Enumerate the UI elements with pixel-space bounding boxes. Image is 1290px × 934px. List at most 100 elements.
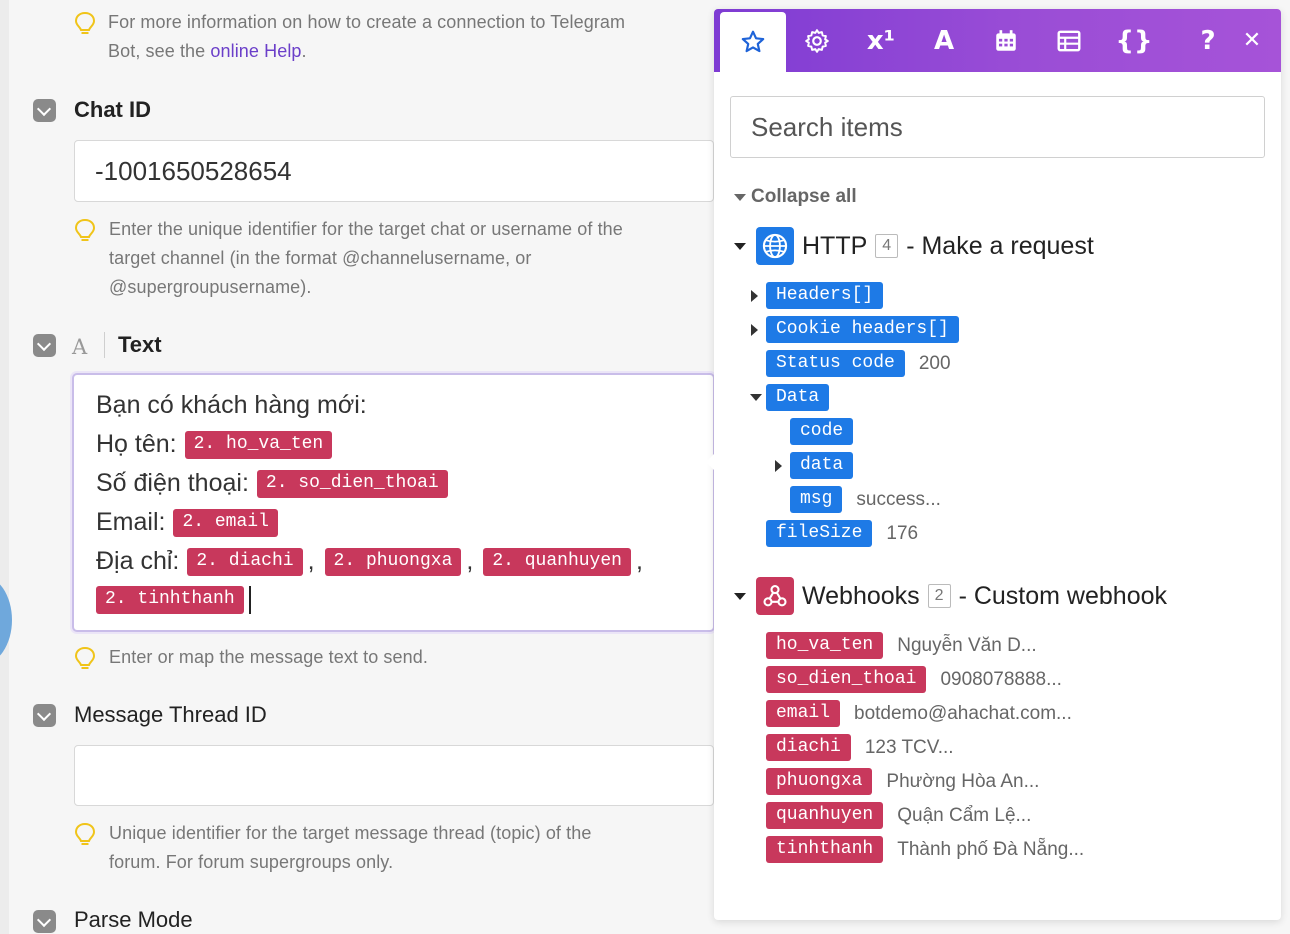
mapped-pill[interactable]: 2. phuongxa [324,547,462,576]
collapse-all-label: Collapse all [751,186,857,207]
item-value: 0908078888... [940,668,1062,690]
panel-pointer [706,452,716,472]
tree-item[interactable]: tinhthanh Thành phố Đà Nẵng... [766,836,1084,863]
close-icon: ✕ [1242,28,1262,53]
module-count: 2 [927,584,951,608]
item-value: Phường Hòa An... [886,770,1040,792]
expand-arrow-icon [750,394,762,401]
close-button[interactable]: ✕ [1224,9,1280,72]
item-tag[interactable]: Cookie headers[] [766,316,959,343]
item-value: Thành phố Đà Nẵng... [897,838,1085,860]
line-text: Số điện thoại: [96,469,249,497]
item-tag[interactable]: quanhuyen [766,802,884,829]
module-webhooks[interactable]: Webhooks 2 - Custom webhook [734,577,1167,615]
line-text: Địa chỉ: [96,547,180,575]
tab-math[interactable]: x¹ [850,9,912,72]
text-line: Số điện thoại: 2. so_dien_thoai [96,469,452,498]
chat-id-input[interactable]: -1001650528654 [74,140,714,202]
item-value: botdemo@ahachat.com... [854,702,1072,724]
chat-id-toggle[interactable] [33,99,56,122]
calendar-icon [996,29,1016,51]
tab-json[interactable]: {} [1103,9,1165,72]
tab-general[interactable] [786,9,848,72]
tree-item[interactable]: msg success... [790,486,941,513]
text-toggle[interactable] [33,334,56,357]
tree-item[interactable]: Cookie headers[] [751,316,973,343]
mapped-pill[interactable]: 2. ho_va_ten [184,430,333,459]
text-line: Họ tên: 2. ho_va_ten [96,430,336,459]
panel-tabs: x¹ A {} ? ✕ [714,9,1281,72]
module-desc: - Make a request [906,231,1094,260]
text-line: Email: 2. email [96,508,282,537]
tab-date[interactable] [975,9,1037,72]
text-editor[interactable]: Bạn có khách hàng mới: Họ tên: 2. ho_va_t… [72,373,715,632]
superscript-icon: x¹ [866,25,896,56]
parse-mode-label: Parse Mode [74,907,193,932]
tree-item[interactable]: email botdemo@ahachat.com... [766,700,1072,727]
tab-array[interactable] [1038,9,1100,72]
collapse-all-button[interactable]: Collapse all [734,186,857,208]
lightbulb-icon [74,11,96,34]
mapped-pill[interactable]: 2. diachi [187,547,303,576]
table-icon [1057,30,1081,51]
item-tag[interactable]: Data [766,384,830,411]
line-text: Họ tên: [96,430,177,458]
item-tag[interactable]: code [790,418,854,445]
form-area: For more information on how to create a … [0,0,720,934]
parse-mode-toggle[interactable] [33,910,56,933]
tree-item[interactable]: Headers[] [751,282,897,309]
help-icon: ? [1200,25,1216,56]
left-edge [0,0,9,934]
item-tag[interactable]: Headers[] [766,282,884,309]
item-tag[interactable]: email [766,700,841,727]
tree-item[interactable]: Data [750,384,843,411]
item-value: Quận Cẩm Lệ... [897,804,1032,826]
comma: , [466,547,474,575]
mapped-pill[interactable]: 2. quanhuyen [483,547,631,576]
line-text: Bạn có khách hàng mới: [96,391,367,419]
item-tag[interactable]: ho_va_ten [766,632,884,659]
tree-item[interactable]: ho_va_ten Nguyễn Văn D... [766,632,1037,659]
item-tag[interactable]: data [790,452,854,479]
mapped-pill[interactable]: 2. email [173,508,278,537]
item-value: 200 [918,352,951,374]
mapped-pill[interactable]: 2. tinhthanh [96,586,244,614]
tree-item[interactable]: data [775,452,867,479]
text-line: Bạn có khách hàng mới: [96,391,367,420]
item-tag[interactable]: fileSize [766,520,873,547]
tree-item[interactable]: so_dien_thoai 0908078888... [766,666,1062,693]
item-tag[interactable]: so_dien_thoai [766,666,927,693]
text-type-icon: A [72,335,88,359]
expand-arrow-icon [775,459,782,472]
module-http[interactable]: HTTP 4 - Make a request [734,227,1094,265]
module-desc: - Custom webhook [958,581,1168,610]
mapping-panel: x¹ A {} ? ✕ Search items Collapse all HT… [714,9,1281,920]
text-line: Địa chỉ: 2. diachi, 2. phuongxa, 2. quan… [96,547,645,576]
tab-favorites[interactable] [720,12,786,72]
thread-hint-text: Unique identifier for the target message… [109,823,592,872]
top-hint-text: For more information on how to create a … [108,12,626,61]
tree-item[interactable]: Status code 200 [766,350,951,377]
expand-arrow-icon [751,323,758,336]
online-help-link[interactable]: online Help [210,41,301,61]
thread-input[interactable] [74,745,714,806]
item-tag[interactable]: Status code [766,350,905,377]
tree-item[interactable]: code [790,418,867,445]
module-count: 4 [875,234,899,258]
item-value: Nguyễn Văn D... [897,634,1037,656]
thread-label: Message Thread ID [74,702,267,727]
mapped-pill[interactable]: 2. so_dien_thoai [256,469,448,498]
tree-item[interactable]: quanhuyen Quận Cẩm Lệ... [766,802,1031,829]
item-tag[interactable]: msg [790,486,843,513]
tree-item[interactable]: diachi 123 TCV... [766,734,954,761]
tree-item[interactable]: phuongxa Phường Hòa An... [766,768,1039,795]
text-hint: Enter or map the message text to send. [74,643,714,673]
item-tag[interactable]: tinhthanh [766,836,884,863]
thread-toggle[interactable] [33,704,56,727]
item-tag[interactable]: phuongxa [766,768,873,795]
collapse-arrow-icon [734,193,746,201]
search-input[interactable]: Search items [730,96,1265,158]
tab-text[interactable]: A [913,9,975,72]
item-tag[interactable]: diachi [766,734,851,761]
tree-item[interactable]: fileSize 176 [766,520,918,547]
